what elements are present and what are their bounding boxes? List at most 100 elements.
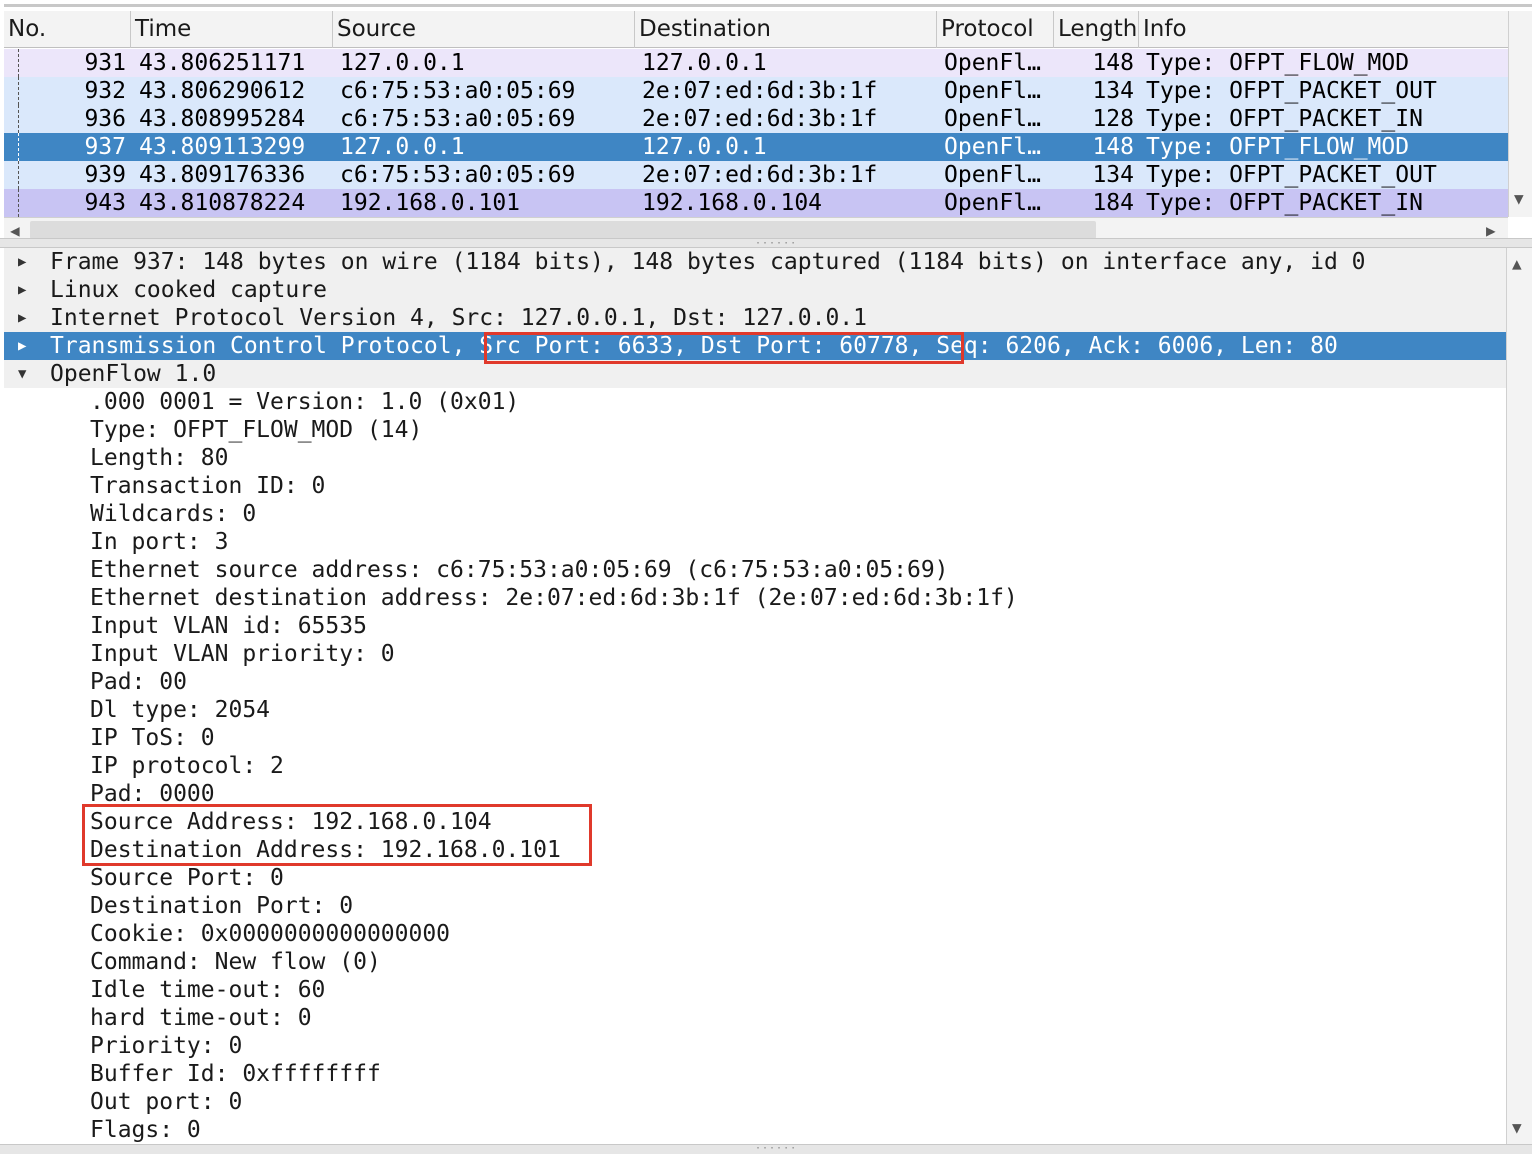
- column-header-destination[interactable]: Destination: [635, 11, 937, 48]
- packet-details-vertical-scrollbar[interactable]: ▲ ▼: [1506, 248, 1532, 1144]
- detail-field-row[interactable]: Wildcards: 0: [4, 500, 1506, 528]
- pane-splitter[interactable]: ······: [0, 238, 1532, 249]
- packet-info: Type: OFPT_PACKET_OUT: [1146, 78, 1437, 104]
- column-header-no[interactable]: No.: [4, 11, 131, 48]
- packet-destination: 2e:07:ed:6d:3b:1f: [642, 78, 878, 104]
- detail-text: IP ToS: 0: [90, 725, 215, 751]
- detail-field-row[interactable]: Dl type: 2054: [4, 696, 1506, 724]
- related-packet-indicator: [18, 189, 19, 217]
- scroll-right-icon[interactable]: ▶: [1486, 223, 1496, 239]
- column-header-info[interactable]: Info: [1139, 11, 1508, 48]
- detail-protocol-row[interactable]: ▶ Transmission Control Protocol, Src Port…: [4, 332, 1506, 360]
- detail-field-row[interactable]: In port: 3: [4, 528, 1506, 556]
- detail-text: Frame 937: 148 bytes on wire (1184 bits)…: [50, 249, 1366, 275]
- detail-protocol-row[interactable]: ▶ Linux cooked capture: [4, 276, 1506, 304]
- packet-list-pane: No. Time Source Destination Protocol Len…: [4, 4, 1532, 243]
- packet-time: 43.810878224: [139, 190, 306, 216]
- detail-field-row[interactable]: Priority: 0: [4, 1032, 1506, 1060]
- packet-time: 43.806251171: [139, 50, 306, 76]
- detail-field-row[interactable]: Source Port: 0: [4, 864, 1506, 892]
- detail-text: Internet Protocol Version 4, Src: 127.0.…: [50, 305, 867, 331]
- triangle-right-icon[interactable]: ▶: [18, 248, 26, 276]
- column-header-time[interactable]: Time: [131, 11, 333, 48]
- detail-field-row[interactable]: Destination Address: 192.168.0.101: [4, 836, 1506, 864]
- triangle-down-icon[interactable]: ▼: [18, 360, 26, 388]
- packet-length: 148: [1092, 50, 1134, 76]
- packet-info: Type: OFPT_PACKET_OUT: [1146, 162, 1437, 188]
- detail-text: Pad: 00: [90, 669, 187, 695]
- splitter-grip-icon: ······: [755, 1143, 798, 1154]
- packet-time: 43.808995284: [139, 106, 306, 132]
- packet-source: 127.0.0.1: [340, 134, 465, 160]
- scroll-up-icon[interactable]: ▲: [1512, 256, 1522, 272]
- detail-field-row[interactable]: Destination Port: 0: [4, 892, 1506, 920]
- detail-protocol-row[interactable]: ▶ Internet Protocol Version 4, Src: 127.0…: [4, 304, 1506, 332]
- detail-field-row[interactable]: Input VLAN id: 65535: [4, 612, 1506, 640]
- packet-length: 148: [1092, 134, 1134, 160]
- detail-field-row[interactable]: Input VLAN priority: 0: [4, 640, 1506, 668]
- detail-text: Transaction ID: 0: [90, 473, 326, 499]
- packet-row[interactable]: 932 43.806290612 c6:75:53:a0:05:69 2e:07:ed…: [4, 77, 1508, 105]
- detail-protocol-row[interactable]: ▼ OpenFlow 1.0: [4, 360, 1506, 388]
- scroll-down-icon[interactable]: ▼: [1512, 1120, 1522, 1136]
- detail-text: Wildcards: 0: [90, 501, 257, 527]
- scroll-left-icon[interactable]: ◀: [10, 223, 20, 239]
- detail-text: Idle time-out: 60: [90, 977, 326, 1003]
- packet-length: 134: [1092, 78, 1134, 104]
- detail-text: Type: OFPT_FLOW_MOD (14): [90, 417, 423, 443]
- detail-text: Out port: 0: [90, 1089, 243, 1115]
- detail-field-row[interactable]: Ethernet source address: c6:75:53:a0:05:…: [4, 556, 1506, 584]
- detail-field-row[interactable]: Pad: 0000: [4, 780, 1506, 808]
- detail-field-row[interactable]: Length: 80: [4, 444, 1506, 472]
- triangle-right-icon[interactable]: ▶: [18, 332, 26, 360]
- related-packet-indicator: [18, 105, 19, 133]
- packet-row[interactable]: 937 43.809113299 127.0.0.1 127.0.0.1 OpenFl……: [4, 133, 1508, 161]
- detail-text: hard time-out: 0: [90, 1005, 312, 1031]
- packet-row[interactable]: 943 43.810878224 192.168.0.101 192.168.0.10…: [4, 189, 1508, 217]
- related-packet-indicator: [18, 49, 19, 77]
- detail-field-row[interactable]: Buffer Id: 0xffffffff: [4, 1060, 1506, 1088]
- detail-field-row[interactable]: Transaction ID: 0: [4, 472, 1506, 500]
- detail-field-row[interactable]: Out port: 0: [4, 1088, 1506, 1116]
- detail-field-row[interactable]: Cookie: 0x0000000000000000: [4, 920, 1506, 948]
- packet-list-vertical-scrollbar[interactable]: ▼: [1508, 11, 1532, 217]
- detail-text: Priority: 0: [90, 1033, 243, 1059]
- packet-row[interactable]: 936 43.808995284 c6:75:53:a0:05:69 2e:07:ed…: [4, 105, 1508, 133]
- packet-info: Type: OFPT_PACKET_IN: [1146, 106, 1423, 132]
- column-header-source[interactable]: Source: [333, 11, 635, 48]
- packet-protocol: OpenFl…: [944, 106, 1041, 132]
- detail-text: Transmission Control Protocol, Src Port:…: [50, 333, 1338, 359]
- detail-protocol-row[interactable]: ▶ Frame 937: 148 bytes on wire (1184 bits…: [4, 248, 1506, 276]
- detail-text: Input VLAN priority: 0: [90, 641, 395, 667]
- horizontal-scroll-thumb[interactable]: [30, 221, 1096, 239]
- detail-field-row[interactable]: IP ToS: 0: [4, 724, 1506, 752]
- packet-number: 937: [84, 134, 126, 160]
- triangle-right-icon[interactable]: ▶: [18, 304, 26, 332]
- scroll-down-icon[interactable]: ▼: [1514, 191, 1524, 207]
- packet-row[interactable]: 931 43.806251171 127.0.0.1 127.0.0.1 OpenFl……: [4, 49, 1508, 77]
- packet-row[interactable]: 939 43.809176336 c6:75:53:a0:05:69 2e:07:ed…: [4, 161, 1508, 189]
- detail-field-row[interactable]: Idle time-out: 60: [4, 976, 1506, 1004]
- detail-field-row[interactable]: IP protocol: 2: [4, 752, 1506, 780]
- detail-text: Linux cooked capture: [50, 277, 327, 303]
- detail-text: Flags: 0: [90, 1117, 201, 1143]
- packet-details-pane: ▶ Frame 937: 148 bytes on wire (1184 bits…: [4, 248, 1532, 1144]
- detail-field-row[interactable]: hard time-out: 0: [4, 1004, 1506, 1032]
- splitter-grip-icon: ······: [755, 238, 798, 249]
- detail-field-row[interactable]: .000 0001 = Version: 1.0 (0x01): [4, 388, 1506, 416]
- packet-number: 932: [84, 78, 126, 104]
- detail-field-row[interactable]: Ethernet destination address: 2e:07:ed:6…: [4, 584, 1506, 612]
- triangle-right-icon[interactable]: ▶: [18, 276, 26, 304]
- detail-field-row[interactable]: Pad: 00: [4, 668, 1506, 696]
- detail-field-row[interactable]: Type: OFPT_FLOW_MOD (14): [4, 416, 1506, 444]
- detail-text: Destination Address: 192.168.0.101: [90, 837, 561, 863]
- column-header-length[interactable]: Length: [1054, 11, 1139, 48]
- detail-field-row[interactable]: Source Address: 192.168.0.104: [4, 808, 1506, 836]
- packet-time: 43.809176336: [139, 162, 306, 188]
- detail-field-row[interactable]: Flags: 0: [4, 1116, 1506, 1144]
- column-header-protocol[interactable]: Protocol: [937, 11, 1054, 48]
- related-packet-indicator: [18, 161, 19, 189]
- bottom-splitter[interactable]: ······: [0, 1144, 1532, 1154]
- detail-field-row[interactable]: Command: New flow (0): [4, 948, 1506, 976]
- detail-text: In port: 3: [90, 529, 229, 555]
